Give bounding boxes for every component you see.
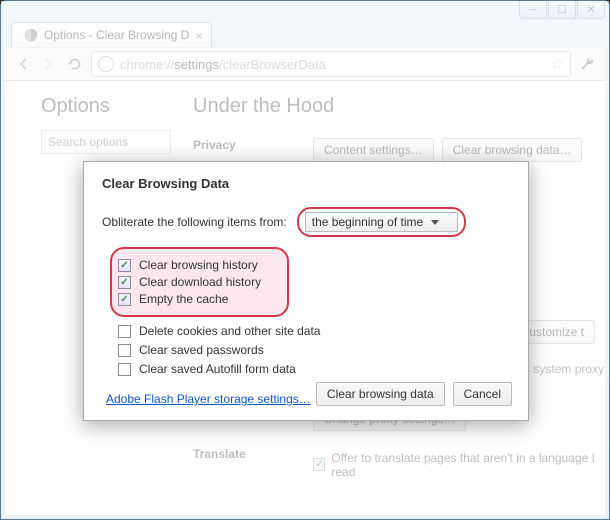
clear-browsing-data-confirm-button[interactable]: Clear browsing data xyxy=(316,382,445,406)
delete-cookies-checkbox[interactable]: Delete cookies and other site data xyxy=(118,324,510,338)
checkbox-label: Delete cookies and other site data xyxy=(139,324,320,338)
clear-browsing-history-checkbox[interactable]: ✓ Clear browsing history xyxy=(118,258,261,272)
clear-passwords-checkbox[interactable]: Clear saved passwords xyxy=(118,343,510,357)
time-range-value: the beginning of time xyxy=(312,215,423,229)
checkbox-label: Clear saved passwords xyxy=(139,343,264,357)
obliterate-row: Obliterate the following items from: the… xyxy=(102,207,510,237)
checked-checkbox-icon: ✓ xyxy=(118,259,131,272)
clear-download-history-checkbox[interactable]: ✓ Clear download history xyxy=(118,275,261,289)
clear-browsing-data-dialog: Clear Browsing Data Obliterate the follo… xyxy=(83,161,529,421)
time-range-highlight: the beginning of time xyxy=(297,207,466,237)
cancel-button[interactable]: Cancel xyxy=(453,382,512,406)
checkbox-label: Clear browsing history xyxy=(139,258,258,272)
checkbox-label: Empty the cache xyxy=(139,292,228,306)
checkbox-label: Clear saved Autofill form data xyxy=(139,362,296,376)
unchecked-checkbox-icon xyxy=(118,344,131,357)
time-range-select[interactable]: the beginning of time xyxy=(305,212,458,232)
checkbox-label: Clear download history xyxy=(139,275,261,289)
clear-autofill-checkbox[interactable]: Clear saved Autofill form data xyxy=(118,362,510,376)
checked-checkbox-icon: ✓ xyxy=(118,276,131,289)
unchecked-checkbox-icon xyxy=(118,363,131,376)
checked-checkbox-icon: ✓ xyxy=(118,293,131,306)
unchecked-group: Delete cookies and other site data Clear… xyxy=(118,324,510,376)
unchecked-checkbox-icon xyxy=(118,325,131,338)
dialog-title: Clear Browsing Data xyxy=(102,176,510,191)
browser-window: ─ ☐ ✕ Options - Clear Browsing D × chrom… xyxy=(0,0,610,520)
dialog-buttons: Clear browsing data Cancel xyxy=(316,382,512,406)
chevron-down-icon xyxy=(431,220,439,225)
empty-cache-checkbox[interactable]: ✓ Empty the cache xyxy=(118,292,261,306)
obliterate-label: Obliterate the following items from: xyxy=(102,215,287,229)
checkbox-highlight-group: ✓ Clear browsing history ✓ Clear downloa… xyxy=(110,247,289,317)
